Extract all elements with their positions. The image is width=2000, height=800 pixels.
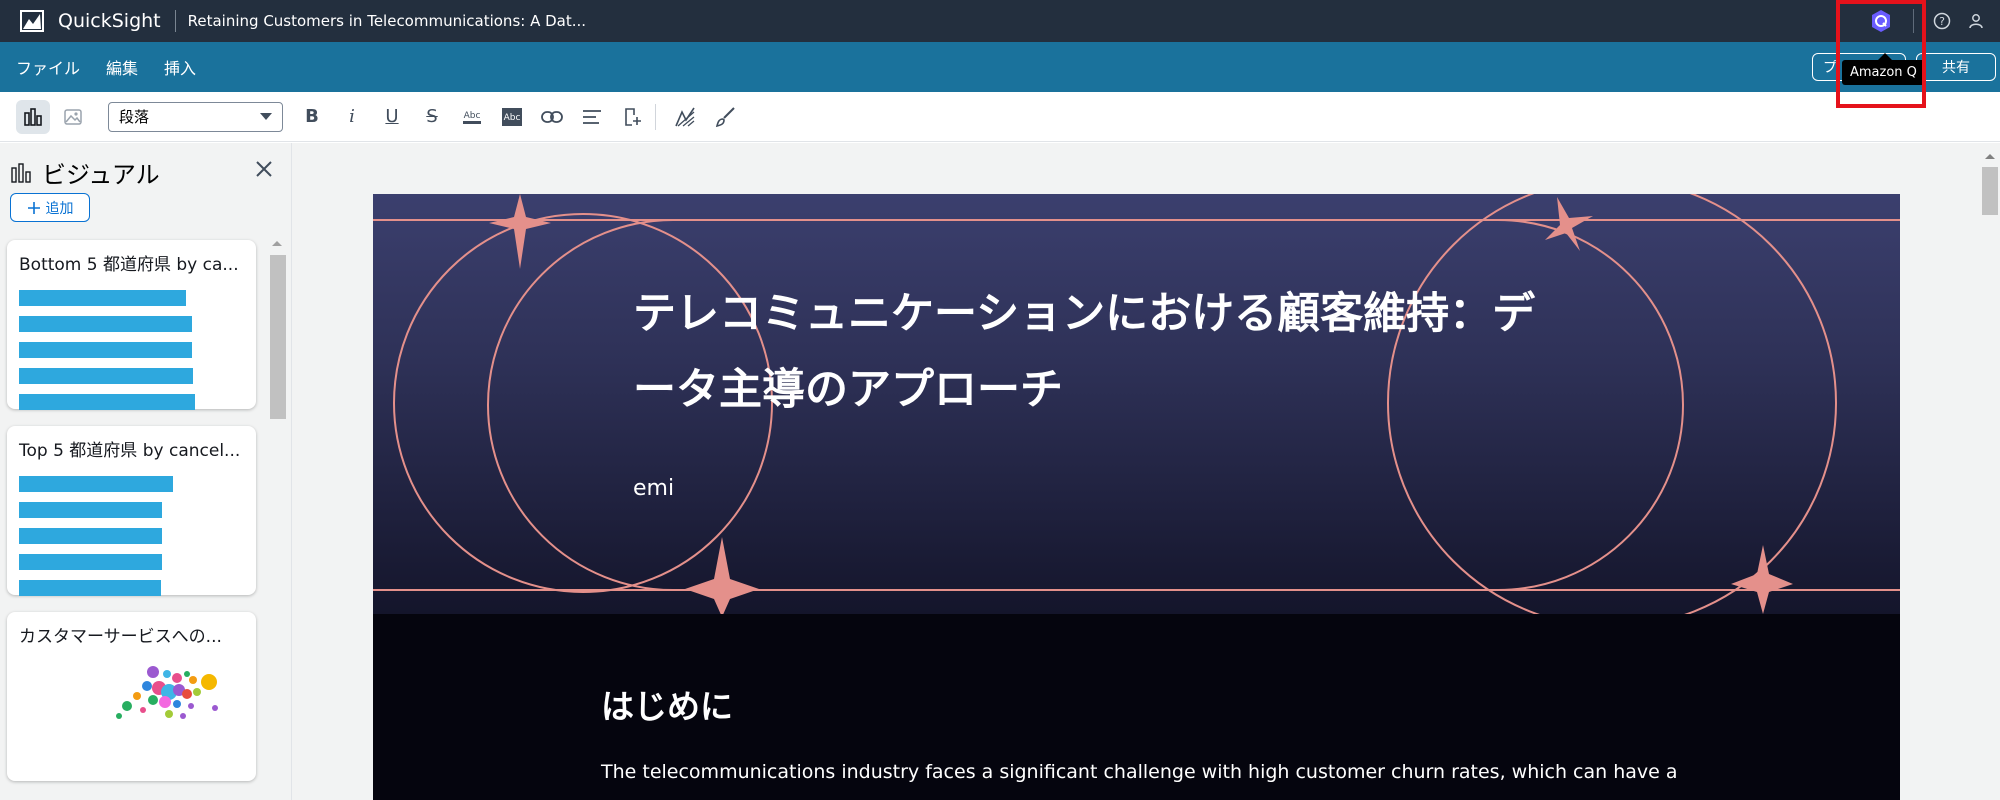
insert-block-button[interactable]: [615, 100, 649, 134]
highlight-color-button[interactable]: Abc: [495, 100, 529, 134]
align-button[interactable]: [575, 100, 609, 134]
story-text-block[interactable]: はじめに The telecommunications industry fac…: [373, 614, 1900, 800]
story-author: emi: [633, 476, 675, 501]
chart-bar: [19, 476, 173, 492]
editor-toolbar: 段落 B i U S Abc Abc: [0, 92, 2000, 142]
paintbrush-icon: [715, 106, 735, 127]
section-paragraph: The telecommunications industry faces a …: [601, 761, 1678, 783]
highlight-box: [1836, 0, 1926, 108]
divider: [655, 103, 656, 130]
add-block-icon: [625, 107, 641, 126]
visual-card[interactable]: Bottom 5 都道府県 by ca...: [7, 240, 256, 410]
add-visual-label: 追加: [45, 200, 74, 217]
italic-icon: i: [349, 106, 355, 127]
help-icon: ?: [1933, 12, 1951, 30]
strikethrough-icon: S: [426, 106, 438, 127]
link-icon: [541, 110, 563, 123]
story-title-line: ータ主導のアプローチ: [633, 365, 1063, 415]
document-title[interactable]: Retaining Customers in Telecommunication…: [188, 12, 586, 30]
format-painter-button[interactable]: [708, 100, 742, 134]
menu-file[interactable]: ファイル: [16, 55, 80, 79]
story-title-line: テレコミュニケーションにおける顧客維持：デ: [633, 289, 1536, 339]
sidebar-scrollbar[interactable]: [266, 231, 288, 800]
chart-bar: [19, 394, 195, 410]
canvas-scroll-thumb[interactable]: [1982, 167, 1998, 215]
visuals-panel-toggle[interactable]: [16, 99, 50, 134]
visual-card-title: Bottom 5 都道府県 by ca...: [19, 255, 239, 275]
text-color-icon: Abc: [463, 111, 481, 124]
chart-bar: [19, 502, 162, 518]
section-heading: はじめに: [601, 687, 733, 726]
visual-card-title: Top 5 都道府県 by cancel...: [19, 441, 241, 461]
user-icon: [1969, 14, 1983, 29]
menu-edit[interactable]: 編集: [106, 55, 138, 79]
bold-button[interactable]: B: [295, 100, 329, 134]
story-title: テレコミュニケーションにおける顧客維持：デ ータ主導のアプローチ: [633, 276, 1633, 428]
close-icon: [256, 161, 272, 177]
scroll-up-arrow-icon: [272, 241, 282, 246]
bar-chart-icon: [24, 107, 42, 126]
divider: [174, 10, 176, 32]
chart-bar: [19, 342, 192, 358]
align-left-icon: [583, 109, 601, 124]
plus-icon: [27, 201, 40, 214]
close-sidebar-button[interactable]: [252, 157, 276, 181]
bar-chart-icon: [11, 162, 31, 183]
svg-text:Abc: Abc: [464, 111, 481, 121]
visuals-sidebar: ビジュアル 追加 Bottom 5 都道府県 by ca... Top 5 都道…: [0, 143, 292, 800]
underline-icon: U: [385, 106, 399, 127]
add-visual-button[interactable]: 追加: [10, 193, 90, 222]
chart-bar: [19, 368, 193, 384]
brand-name: QuickSight: [58, 10, 161, 32]
bold-icon: B: [305, 106, 319, 127]
quicksight-logo[interactable]: QuickSight: [20, 10, 161, 32]
share-button-label: 共有: [1942, 60, 1970, 76]
visual-card-title: カスタマーサービスへの...: [19, 627, 222, 647]
text-color-button[interactable]: Abc: [455, 100, 489, 134]
caret-down-icon: [260, 112, 272, 120]
visual-card[interactable]: カスタマーサービスへの...: [7, 612, 256, 781]
theme-button[interactable]: [668, 100, 702, 134]
paragraph-style-select[interactable]: 段落: [108, 101, 283, 132]
chart-bar: [19, 554, 162, 570]
underline-button[interactable]: U: [375, 100, 409, 134]
quicksight-logo-icon: [20, 10, 44, 32]
sidebar-scroll-thumb[interactable]: [270, 255, 286, 419]
insert-link-button[interactable]: [535, 100, 569, 134]
theme-icon: [675, 107, 695, 127]
highlight-icon: Abc: [502, 107, 522, 126]
strikethrough-button[interactable]: S: [415, 100, 449, 134]
preview-button-label: プ: [1823, 60, 1837, 76]
canvas-scrollbar[interactable]: [1980, 143, 2000, 800]
chart-bar: [19, 290, 186, 306]
user-menu-button[interactable]: [1966, 11, 1986, 31]
chart-bar: [19, 528, 162, 544]
menu-bar: ファイル 編集 挿入 プ 共有: [0, 42, 2000, 92]
images-panel-toggle[interactable]: [56, 100, 90, 134]
story-hero-block[interactable]: テレコミュニケーションにおける顧客維持：デ ータ主導のアプローチ emi: [373, 194, 1900, 614]
top-bar: QuickSight Retaining Customers in Teleco…: [0, 0, 2000, 42]
help-button[interactable]: ?: [1932, 11, 1952, 31]
share-button[interactable]: 共有: [1916, 53, 1996, 81]
visual-card[interactable]: Top 5 都道府県 by cancel...: [7, 426, 256, 596]
sidebar-title: ビジュアル: [42, 161, 160, 189]
italic-button[interactable]: i: [335, 100, 369, 134]
svg-text:Abc: Abc: [504, 113, 521, 123]
svg-text:?: ?: [1939, 15, 1945, 28]
chart-bar: [19, 580, 161, 596]
paragraph-style-value: 段落: [119, 108, 150, 126]
chart-bar: [19, 316, 192, 332]
image-icon: [64, 108, 82, 125]
scroll-up-arrow-icon: [1985, 154, 1995, 159]
bubble-chart-thumbnail: [116, 666, 218, 719]
menu-insert[interactable]: 挿入: [164, 55, 196, 79]
sidebar-header: ビジュアル: [10, 155, 160, 190]
